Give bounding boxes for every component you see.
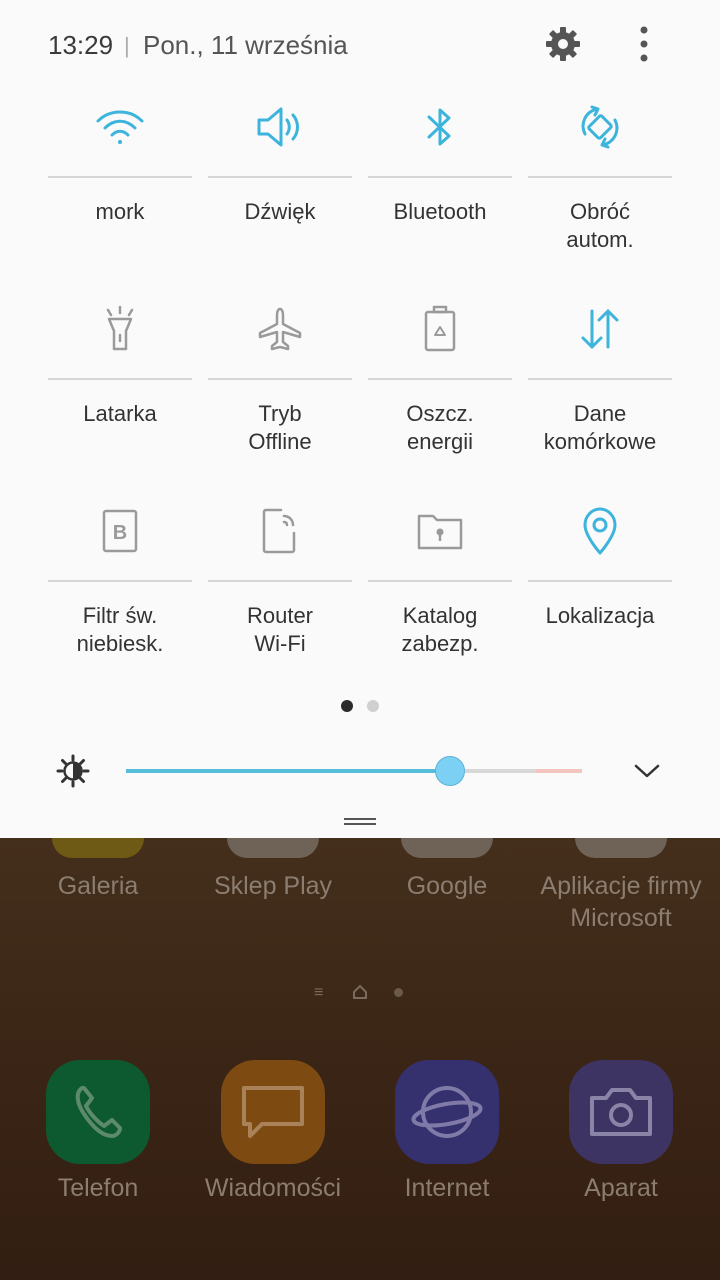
date[interactable]: Pon., 11 września	[143, 30, 348, 61]
page-dot[interactable]	[367, 700, 379, 712]
secure-folder-icon	[415, 506, 465, 556]
tile-mobile-data[interactable]: Dane komórkowe	[528, 298, 672, 488]
dock-internet[interactable]: Internet	[360, 1060, 534, 1220]
tile-label: Router Wi-Fi	[246, 603, 314, 656]
tile-label: Obróć autom.	[566, 199, 634, 252]
menu-page-icon: ≡	[314, 984, 324, 1001]
tile-divider	[528, 580, 672, 582]
tile-auto-rotate[interactable]: Obróć autom.	[528, 96, 672, 286]
tile-divider	[368, 378, 512, 380]
dock-telefon[interactable]: Telefon	[11, 1060, 185, 1220]
home-page-icon	[353, 984, 367, 999]
tile-power-saving[interactable]: Oszcz. energii	[368, 298, 512, 488]
tile-label: Dźwięk	[244, 199, 316, 224]
tile-blue-light-filter[interactable]: B Filtr św. niebiesk.	[48, 500, 192, 690]
drag-handle[interactable]	[344, 818, 376, 826]
page-indicator	[0, 700, 720, 714]
more-options-icon[interactable]	[628, 24, 660, 64]
tile-label: Oszcz. energii	[406, 401, 474, 454]
tile-divider	[48, 580, 192, 582]
dock-label: Aparat	[584, 1174, 658, 1202]
dock-wiadomosci[interactable]: Wiadomości	[186, 1060, 360, 1220]
brightness-high-zone	[536, 769, 582, 773]
home-screen: Galeria Sklep Play Google Aplikacje firm…	[0, 838, 720, 1280]
galeria-app-icon	[52, 838, 144, 858]
separator: |	[124, 33, 130, 58]
app-label: Aplikacje firmy Microsoft	[540, 872, 702, 932]
tile-airplane-mode[interactable]: Tryb Offline	[208, 298, 352, 488]
internet-icon	[395, 1060, 499, 1164]
location-icon	[575, 506, 625, 556]
chevron-down-icon[interactable]	[632, 756, 662, 786]
play-store-app-icon	[227, 838, 319, 858]
brightness-row	[0, 746, 720, 796]
home-app-row: Galeria Sklep Play Google Aplikacje firm…	[0, 838, 720, 958]
page-dot-active[interactable]	[341, 700, 353, 712]
auto-rotate-icon	[575, 102, 625, 152]
tile-divider	[208, 378, 352, 380]
tile-label: mork	[95, 199, 145, 224]
brightness-slider-fill	[126, 769, 450, 773]
brightness-slider-thumb[interactable]	[435, 756, 465, 786]
bluetooth-icon	[415, 102, 465, 152]
quick-settings-panel: 13:29 | Pon., 11 września mork Dźwięk Bl…	[0, 0, 720, 838]
tile-divider	[528, 378, 672, 380]
tile-wifi[interactable]: mork	[48, 96, 192, 286]
settings-gear-icon[interactable]	[543, 24, 583, 64]
volume-icon	[255, 102, 305, 152]
app-label: Sklep Play	[213, 872, 333, 900]
svg-text:B: B	[113, 522, 127, 544]
app-label: Google	[406, 872, 488, 900]
messages-icon	[221, 1060, 325, 1164]
camera-icon	[569, 1060, 673, 1164]
brightness-icon[interactable]	[56, 754, 90, 788]
tile-divider	[528, 176, 672, 178]
flashlight-icon	[95, 304, 145, 354]
page-dot	[394, 988, 403, 997]
tile-label: Lokalizacja	[545, 603, 655, 628]
tile-divider	[48, 176, 192, 178]
brightness-slider[interactable]	[126, 756, 582, 786]
tile-location[interactable]: Lokalizacja	[528, 500, 672, 690]
tile-label: Tryb Offline	[248, 401, 312, 454]
airplane-icon	[255, 304, 305, 354]
wifi-icon	[95, 102, 145, 152]
tile-label: Latarka	[83, 401, 157, 426]
tile-divider	[208, 176, 352, 178]
tile-wifi-hotspot[interactable]: Router Wi-Fi	[208, 500, 352, 690]
tile-divider	[48, 378, 192, 380]
tile-divider	[208, 580, 352, 582]
home-page-indicator: ≡	[0, 984, 720, 1004]
tile-divider	[368, 580, 512, 582]
tile-label: Dane komórkowe	[543, 401, 657, 454]
tile-label: Filtr św. niebiesk.	[76, 603, 164, 656]
tile-secure-folder[interactable]: Katalog zabezp.	[368, 500, 512, 690]
dock: Telefon Wiadomości Internet Aparat	[0, 1060, 720, 1220]
hotspot-icon	[255, 506, 305, 556]
blue-light-filter-icon: B	[95, 506, 145, 556]
dock-label: Wiadomości	[204, 1174, 342, 1202]
tile-label: Bluetooth	[393, 199, 487, 224]
tile-bluetooth[interactable]: Bluetooth	[368, 96, 512, 286]
dock-label: Internet	[404, 1174, 490, 1202]
phone-icon	[46, 1060, 150, 1164]
app-label: Galeria	[57, 872, 139, 900]
folder-app-icon	[575, 838, 667, 858]
clock: 13:29	[48, 30, 114, 60]
mobile-data-icon	[575, 304, 625, 354]
tile-flashlight[interactable]: Latarka	[48, 298, 192, 488]
battery-saver-icon	[415, 304, 465, 354]
dock-label: Telefon	[57, 1174, 139, 1202]
tile-sound[interactable]: Dźwięk	[208, 96, 352, 286]
google-app-icon	[401, 838, 493, 858]
dock-aparat[interactable]: Aparat	[534, 1060, 708, 1220]
status-header: 13:29 | Pon., 11 września	[0, 0, 720, 90]
tile-divider	[368, 176, 512, 178]
tile-label: Katalog zabezp.	[401, 603, 479, 656]
